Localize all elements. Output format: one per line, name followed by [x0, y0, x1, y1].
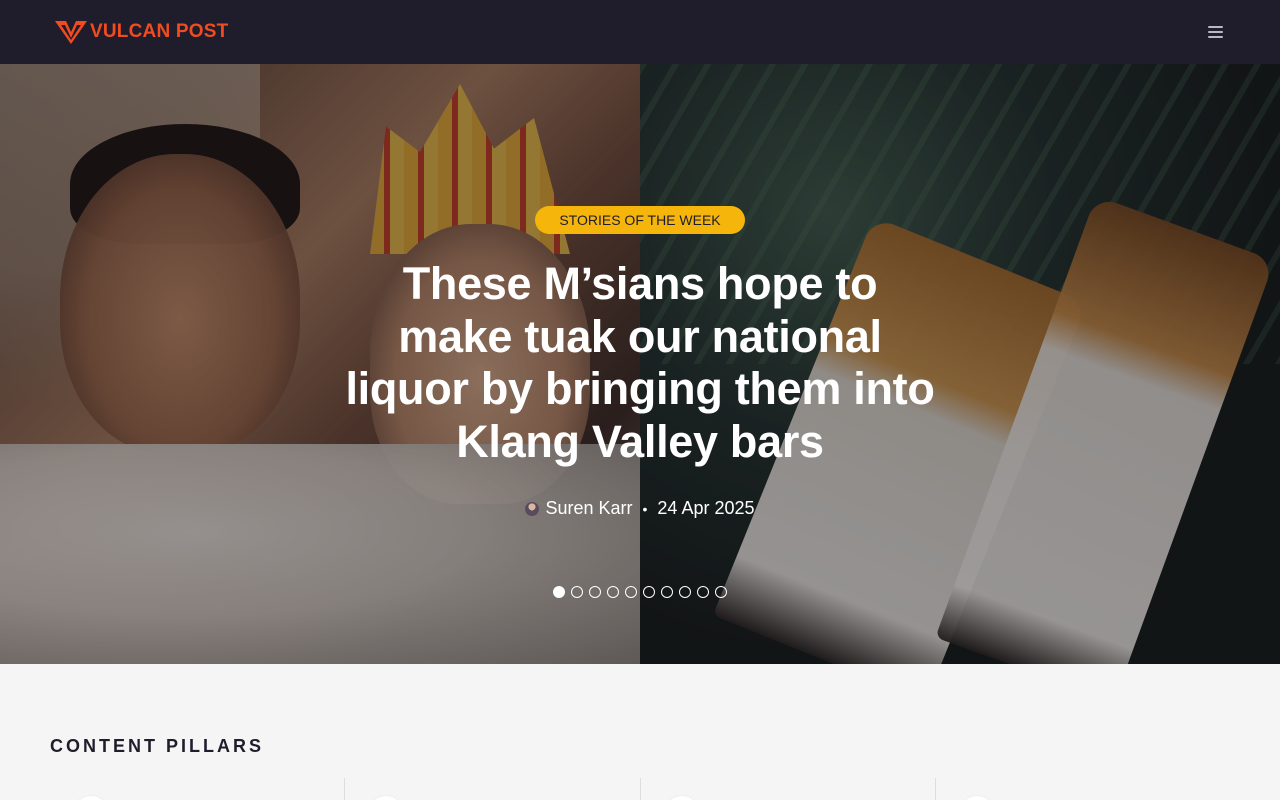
menu-button[interactable] — [1200, 17, 1230, 47]
site-logo[interactable]: VULCAN POST — [54, 19, 228, 45]
carousel-dot-7[interactable] — [661, 586, 673, 598]
content-pillars-section: CONTENT PILLARS — [0, 664, 1280, 800]
publish-date: 24 Apr 2025 — [657, 498, 755, 518]
site-header: VULCAN POST — [0, 0, 1280, 64]
carousel-dot-5[interactable] — [625, 586, 637, 598]
carousel-dot-10[interactable] — [715, 586, 727, 598]
carousel-dot-6[interactable] — [643, 586, 655, 598]
hero-title[interactable]: These M’sians hope to make tuak our nati… — [340, 258, 940, 468]
category-tag[interactable]: STORIES OF THE WEEK — [535, 206, 745, 234]
hamburger-menu-icon — [1207, 26, 1223, 38]
author-avatar — [525, 501, 540, 516]
pillar-card[interactable] — [344, 778, 639, 800]
carousel-dot-4[interactable] — [607, 586, 619, 598]
meta-separator: • — [642, 500, 648, 517]
carousel-dot-3[interactable] — [589, 586, 601, 598]
logo-text: VULCAN POST — [90, 21, 229, 42]
hero-carousel: STORIES OF THE WEEK These M’sians hope t… — [0, 64, 1280, 664]
pillar-icon — [664, 796, 699, 800]
carousel-dot-8[interactable] — [679, 586, 691, 598]
article-meta: Suren Karr • 24 Apr 2025 — [340, 498, 940, 519]
hero-content: STORIES OF THE WEEK These M’sians hope t… — [340, 206, 940, 519]
carousel-dot-9[interactable] — [697, 586, 709, 598]
pillar-icon — [74, 796, 108, 800]
vulcan-logo-icon — [55, 21, 87, 44]
section-heading: CONTENT PILLARS — [50, 736, 264, 756]
pillar-card[interactable] — [639, 778, 935, 800]
carousel-dot-2[interactable] — [571, 586, 583, 598]
pillar-card[interactable] — [934, 778, 1230, 800]
pillar-card[interactable] — [50, 778, 344, 800]
pillar-icon — [959, 796, 994, 800]
author-name[interactable]: Suren Karr — [545, 498, 632, 519]
carousel-pagination — [0, 586, 1280, 598]
pillar-list — [50, 778, 1230, 800]
carousel-dot-1[interactable] — [553, 586, 565, 598]
pillar-icon — [369, 796, 404, 800]
